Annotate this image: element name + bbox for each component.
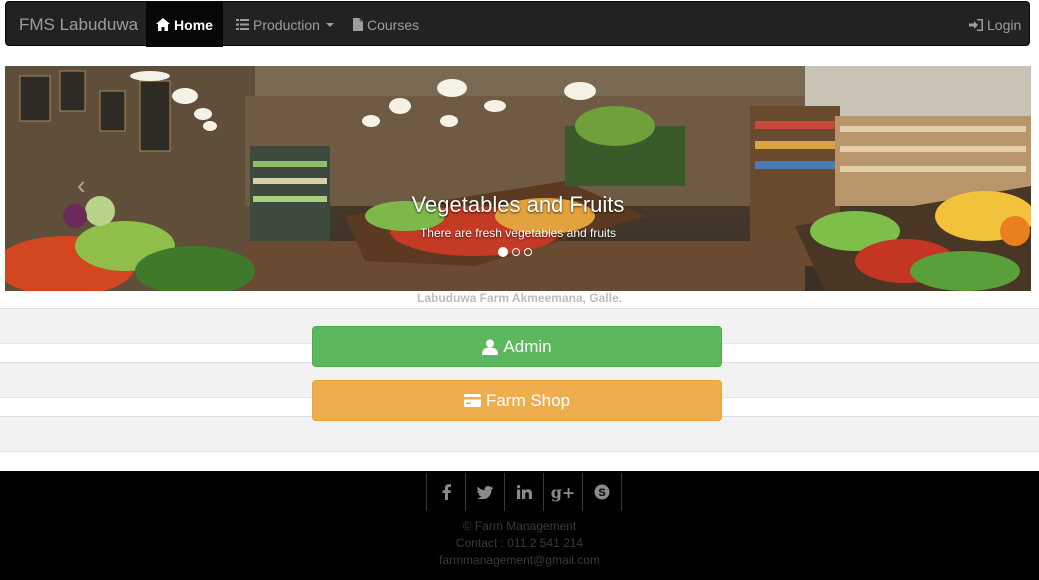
footer-contact: Contact : 011 2 541 214 xyxy=(455,536,584,550)
farm-shop-button[interactable]: Farm Shop xyxy=(312,380,722,421)
nav-production-label: Production xyxy=(253,16,320,33)
skype-icon[interactable]: S xyxy=(582,473,622,511)
nav-home[interactable]: Home xyxy=(146,2,223,47)
home-icon xyxy=(156,18,171,31)
striped-row xyxy=(0,416,1039,452)
nav-home-label: Home xyxy=(174,16,213,33)
chevron-down-icon xyxy=(325,22,334,27)
credit-card-icon xyxy=(463,394,481,407)
footer-copyright: © Farm Management xyxy=(462,519,577,533)
social-links: g+ S xyxy=(426,473,622,511)
carousel-indicator[interactable] xyxy=(512,248,520,256)
admin-button[interactable]: Admin xyxy=(312,326,722,367)
nav-production[interactable]: Production xyxy=(236,2,334,47)
navbar: FMS Labuduwa Home Production Courses Log… xyxy=(5,1,1030,47)
svg-text:S: S xyxy=(598,487,605,499)
nav-login-label: Login xyxy=(987,16,1022,33)
nav-courses-label: Courses xyxy=(367,16,420,33)
footer: g+ S © Farm Management Contact : 011 2 5… xyxy=(0,471,1039,580)
carousel-caption-title: Vegetables and Fruits xyxy=(411,192,625,217)
login-icon xyxy=(969,18,983,31)
google-plus-icon[interactable]: g+ xyxy=(543,473,582,511)
list-icon xyxy=(236,19,249,30)
carousel-indicators xyxy=(498,247,532,257)
carousel-indicator[interactable] xyxy=(524,248,532,256)
brand-link[interactable]: FMS Labuduwa xyxy=(19,15,138,35)
location-text: Labuduwa Farm Akmeemana, Galle. xyxy=(417,291,622,305)
twitter-icon[interactable] xyxy=(465,473,504,511)
carousel-indicator[interactable] xyxy=(498,247,508,257)
nav-courses[interactable]: Courses xyxy=(353,2,419,47)
file-icon xyxy=(353,18,363,31)
user-icon xyxy=(482,339,499,355)
carousel-image xyxy=(5,66,1031,291)
image-carousel[interactable]: ‹ Vegetables and Fruits There are fresh … xyxy=(5,66,1031,291)
facebook-icon[interactable] xyxy=(426,473,465,511)
carousel-caption-subtitle: There are fresh vegetables and fruits xyxy=(419,226,617,240)
nav-login[interactable]: Login xyxy=(969,2,1021,47)
farm-shop-button-label: Farm Shop xyxy=(485,390,571,410)
admin-button-label: Admin xyxy=(503,336,552,356)
linkedin-icon[interactable] xyxy=(504,473,543,511)
footer-email[interactable]: farmmanagement@gmail.com xyxy=(0,553,1039,567)
